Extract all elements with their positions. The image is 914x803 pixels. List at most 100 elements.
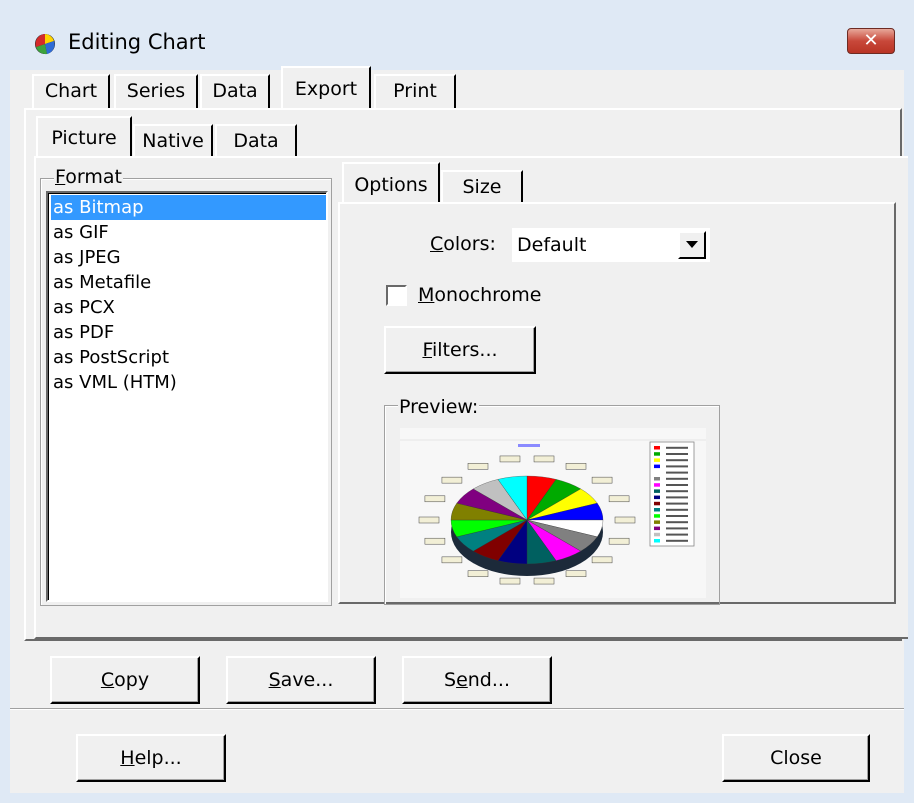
window-close-button[interactable]: ✕ (847, 28, 895, 54)
pie-chart-thumbnail (450, 475, 604, 576)
tab-picture[interactable]: Picture (36, 116, 132, 158)
data-label-box (424, 537, 446, 545)
legend-text-line (666, 471, 688, 474)
legend-swatch (654, 514, 660, 518)
window-frame-bottom (0, 793, 914, 803)
help-button[interactable]: Help... (76, 734, 226, 782)
tab-chart[interactable]: Chart (32, 74, 110, 108)
format-item-pdf[interactable]: as PDF (51, 320, 326, 345)
legend-text-line (666, 539, 688, 542)
colors-label: Colors: (430, 233, 496, 255)
legend-text-line (666, 508, 688, 511)
tab-size-label: Size (462, 176, 502, 198)
data-label-box (533, 455, 555, 463)
send-button[interactable]: Send... (402, 656, 552, 704)
colors-label-rest: olors: (443, 233, 496, 255)
legend-swatch (654, 464, 660, 469)
legend-swatch (654, 508, 660, 512)
filters-button-rest: ilters... (432, 339, 498, 361)
format-item-pcx[interactable]: as PCX (51, 295, 326, 320)
window-title: Editing Chart (68, 30, 206, 54)
legend-swatch (654, 452, 660, 456)
legend-text-line (666, 446, 688, 449)
close-icon: ✕ (863, 30, 879, 51)
format-item-gif[interactable]: as GIF (51, 220, 326, 245)
tab-export[interactable]: Export (281, 66, 371, 110)
filters-button[interactable]: Filters... (384, 326, 536, 374)
legend-text-line (666, 459, 688, 462)
legend-text-line (666, 453, 688, 455)
send-button-rest: nd... (467, 669, 510, 691)
legend-text-line (666, 484, 688, 486)
data-label-box (467, 570, 489, 577)
data-label-box (424, 495, 446, 503)
save-button[interactable]: Save... (226, 656, 376, 704)
colors-dropdown[interactable]: Default (512, 228, 710, 262)
save-button-rest: ave... (280, 669, 334, 691)
tab-export-label: Export (294, 78, 358, 100)
legend-swatch (654, 470, 660, 475)
data-label-box (441, 476, 463, 484)
legend-text-line (666, 502, 688, 505)
format-item-bitmap[interactable]: as Bitmap (51, 195, 326, 220)
copy-button[interactable]: Copy (50, 656, 200, 704)
tab-data-label: Data (212, 80, 258, 102)
tab-print[interactable]: Print (374, 74, 456, 108)
legend-swatch (654, 495, 660, 500)
tab-chart-label: Chart (44, 80, 98, 102)
legend-swatch (654, 489, 660, 493)
tab-native-label: Native (142, 130, 204, 152)
tab-size[interactable]: Size (441, 170, 523, 204)
data-label-box (608, 537, 630, 545)
format-item-metafile[interactable]: as Metafile (51, 270, 326, 295)
legend-swatch (654, 458, 660, 462)
legend-swatch (654, 539, 660, 543)
legend-text-line (666, 521, 688, 524)
colors-dropdown-button[interactable] (678, 231, 706, 259)
legend-swatch (654, 520, 660, 524)
legend-text-line (666, 477, 688, 480)
data-label-box (614, 516, 636, 524)
tab-options[interactable]: Options (342, 162, 440, 206)
data-label-box (591, 556, 613, 564)
tab-export-data[interactable]: Data (215, 124, 297, 156)
data-label-box (418, 516, 440, 524)
legend-text-line (666, 465, 688, 468)
legend-text-line (666, 533, 688, 536)
legend-swatch (654, 477, 660, 481)
tab-data[interactable]: Data (200, 74, 270, 108)
help-button-rest: elp... (134, 747, 182, 769)
format-item-postscript[interactable]: as PostScript (51, 345, 326, 370)
tab-series-label: Series (126, 80, 186, 102)
legend-text-line (666, 496, 688, 499)
preview-label: Preview: (398, 396, 480, 418)
tab-options-label: Options (354, 174, 428, 196)
legend-text-line (666, 490, 688, 493)
chart-pie-icon (35, 34, 55, 55)
data-label-box (591, 476, 613, 484)
preview-image (400, 428, 706, 598)
data-label-box (565, 570, 587, 577)
preview-chart-thumbnail (400, 428, 706, 598)
window-frame-left (0, 70, 10, 803)
tab-series[interactable]: Series (114, 74, 198, 108)
legend-swatch (654, 532, 660, 537)
data-label-box (565, 463, 587, 470)
monochrome-checkbox[interactable] (386, 285, 407, 306)
format-group-label: Format (54, 166, 123, 188)
legend-swatch (654, 526, 660, 531)
format-listbox[interactable]: as Bitmap as GIF as JPEG as Metafile as … (46, 191, 328, 602)
copy-button-rest: opy (114, 669, 150, 691)
monochrome-label[interactable]: Monochrome (418, 284, 541, 306)
tab-native[interactable]: Native (133, 124, 213, 156)
legend-swatch (654, 501, 660, 506)
format-item-vml[interactable]: as VML (HTM) (51, 370, 326, 395)
colors-dropdown-value: Default (517, 234, 587, 256)
data-label-box (499, 577, 521, 585)
legend-text-line (666, 515, 688, 517)
tab-picture-label: Picture (51, 127, 117, 149)
format-item-jpeg[interactable]: as JPEG (51, 245, 326, 270)
close-button[interactable]: Close (722, 734, 870, 782)
data-label-box (467, 463, 489, 470)
separator (10, 708, 904, 710)
